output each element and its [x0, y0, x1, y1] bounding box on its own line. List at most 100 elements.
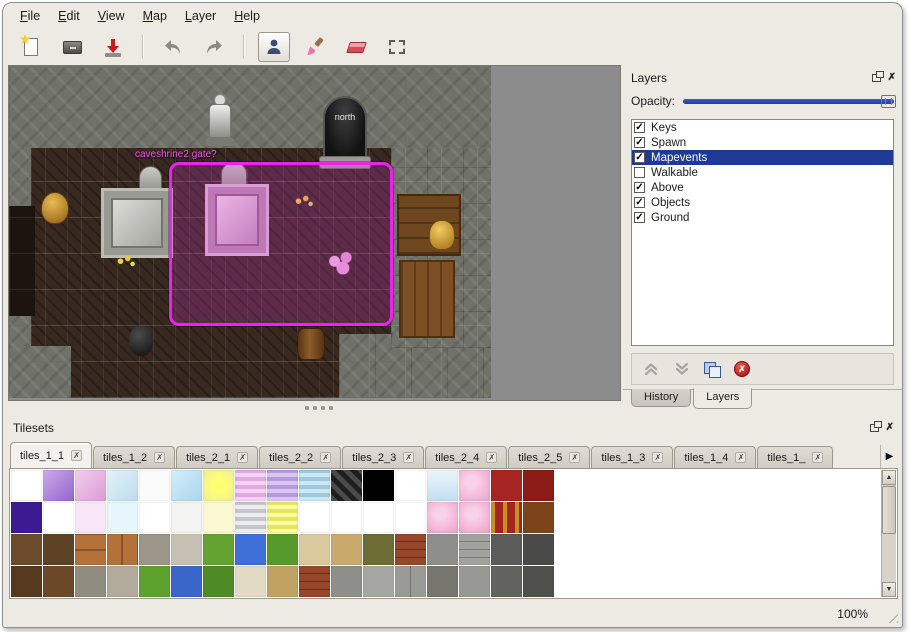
tile[interactable] — [75, 502, 106, 533]
tile[interactable] — [523, 502, 554, 533]
tile[interactable] — [43, 502, 74, 533]
select-tool-button[interactable] — [381, 32, 413, 62]
tile[interactable] — [203, 502, 234, 533]
tile[interactable] — [171, 502, 202, 533]
scroll-up-button[interactable]: ▲ — [882, 470, 896, 485]
menu-edit[interactable]: Edit — [49, 5, 89, 27]
tile[interactable] — [395, 502, 426, 533]
delete-layer-icon[interactable]: ✗ — [734, 361, 750, 377]
tile[interactable] — [107, 502, 138, 533]
close-icon[interactable]: ✗ — [71, 450, 82, 461]
tile[interactable] — [299, 502, 330, 533]
panel-splitter[interactable] — [8, 403, 621, 413]
raise-layer-icon[interactable] — [642, 361, 660, 377]
tile[interactable] — [427, 534, 458, 565]
menu-map[interactable]: Map — [134, 5, 176, 27]
tab-layers[interactable]: Layers — [693, 388, 752, 409]
tile[interactable] — [203, 470, 234, 501]
tile[interactable] — [203, 534, 234, 565]
tile[interactable] — [331, 566, 362, 597]
tile[interactable] — [75, 470, 106, 501]
tile[interactable] — [491, 534, 522, 565]
tileset-tab-tiles_2_1[interactable]: tiles_2_1✗ — [176, 446, 258, 468]
float-panel-icon[interactable] — [872, 74, 881, 82]
tile[interactable] — [267, 470, 298, 501]
tile[interactable] — [267, 566, 298, 597]
tile[interactable] — [11, 502, 42, 533]
layer-row-above[interactable]: ✓Above — [632, 180, 893, 195]
eraser-tool-button[interactable] — [340, 32, 372, 62]
tile[interactable] — [235, 534, 266, 565]
tile[interactable] — [235, 566, 266, 597]
close-icon[interactable]: ✗ — [652, 452, 663, 463]
tile[interactable] — [427, 566, 458, 597]
tile[interactable] — [171, 470, 202, 501]
layer-row-objects[interactable]: ✓Objects — [632, 195, 893, 210]
tile[interactable] — [523, 470, 554, 501]
layer-row-ground[interactable]: ✓Ground — [632, 210, 893, 225]
tile[interactable] — [395, 566, 426, 597]
tile[interactable] — [267, 502, 298, 533]
tile[interactable] — [235, 470, 266, 501]
tile[interactable] — [459, 566, 490, 597]
layer-visible-checkbox[interactable]: ✓ — [634, 197, 645, 208]
tile[interactable] — [523, 534, 554, 565]
opacity-slider-handle[interactable] — [881, 95, 896, 108]
tile[interactable] — [331, 534, 362, 565]
tile[interactable] — [363, 534, 394, 565]
layer-visible-checkbox[interactable]: ✓ — [634, 122, 645, 133]
tileset-tab-tiles_2_2[interactable]: tiles_2_2✗ — [259, 446, 341, 468]
tile[interactable] — [427, 470, 458, 501]
new-button[interactable] — [15, 32, 47, 62]
tile[interactable] — [235, 502, 266, 533]
tileset-tab-tiles_1_1[interactable]: tiles_1_1✗ — [10, 442, 92, 468]
tile[interactable] — [43, 566, 74, 597]
tile[interactable] — [363, 470, 394, 501]
close-icon[interactable]: ✗ — [486, 452, 497, 463]
tileset-tab-tiles_1_[interactable]: tiles_1_✗ — [757, 446, 833, 468]
scrollbar-thumb[interactable] — [882, 486, 896, 534]
redo-button[interactable] — [198, 32, 230, 62]
tile[interactable] — [459, 470, 490, 501]
close-icon[interactable]: ✗ — [403, 452, 414, 463]
menu-file[interactable]: File — [11, 5, 49, 27]
tile[interactable] — [363, 502, 394, 533]
tileset-tab-tiles_1_2[interactable]: tiles_1_2✗ — [93, 446, 175, 468]
lower-layer-icon[interactable] — [673, 361, 691, 377]
opacity-slider[interactable] — [683, 95, 894, 108]
tile[interactable] — [267, 534, 298, 565]
tileset-tab-tiles_1_3[interactable]: tiles_1_3✗ — [591, 446, 673, 468]
resize-grip[interactable] — [885, 610, 898, 623]
tile[interactable] — [43, 470, 74, 501]
menu-view[interactable]: View — [89, 5, 134, 27]
paint-tool-button[interactable] — [299, 32, 331, 62]
tile[interactable] — [459, 534, 490, 565]
save-button[interactable] — [97, 32, 129, 62]
tile[interactable] — [171, 566, 202, 597]
layer-row-mapevents[interactable]: ✓Mapevents — [632, 150, 893, 165]
float-panel-icon[interactable] — [870, 424, 879, 432]
layer-row-spawn[interactable]: ✓Spawn — [632, 135, 893, 150]
tab-history[interactable]: History — [631, 389, 691, 407]
close-panel-icon[interactable]: ✗ — [888, 73, 896, 83]
tile[interactable] — [107, 470, 138, 501]
layer-visible-checkbox[interactable]: ✓ — [634, 182, 645, 193]
tile[interactable] — [299, 470, 330, 501]
tile[interactable] — [139, 534, 170, 565]
tileset-tab-tiles_2_4[interactable]: tiles_2_4✗ — [425, 446, 507, 468]
tile[interactable] — [331, 502, 362, 533]
tileset-grid[interactable] — [11, 470, 554, 597]
tileset-tab-tiles_2_3[interactable]: tiles_2_3✗ — [342, 446, 424, 468]
map-selection-rectangle[interactable] — [169, 162, 393, 326]
close-icon[interactable]: ✗ — [320, 452, 331, 463]
tile[interactable] — [75, 566, 106, 597]
menu-layer[interactable]: Layer — [176, 5, 225, 27]
close-icon[interactable]: ✗ — [569, 452, 580, 463]
tile[interactable] — [363, 566, 394, 597]
tile[interactable] — [203, 566, 234, 597]
tile[interactable] — [43, 534, 74, 565]
tile[interactable] — [299, 534, 330, 565]
close-icon[interactable]: ✗ — [154, 452, 165, 463]
open-button[interactable] — [56, 32, 88, 62]
close-panel-icon[interactable]: ✗ — [886, 423, 894, 433]
